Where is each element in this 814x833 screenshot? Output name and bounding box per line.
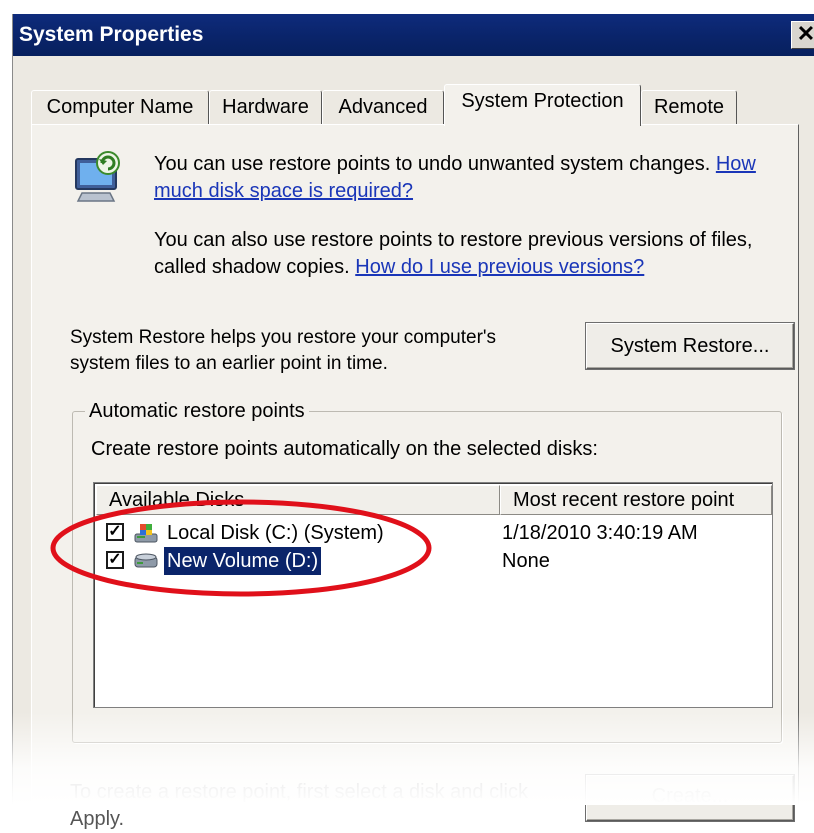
disk-checkbox-d[interactable]: ✓ (106, 551, 124, 569)
disk-name-d: New Volume (D:) (164, 547, 322, 575)
system-drive-icon (134, 524, 158, 543)
create-button[interactable]: Create... (586, 775, 794, 821)
disk-name-c: Local Disk (C:) (System) (167, 522, 384, 544)
disk-checkbox-c[interactable]: ✓ (106, 523, 124, 541)
intro-paragraph-2: You can also use restore points to resto… (154, 227, 794, 281)
system-restore-button[interactable]: System Restore... (586, 323, 794, 369)
system-protection-panel: You can use restore points to undo unwan… (31, 124, 799, 830)
previous-versions-help-link[interactable]: How do I use previous versions? (355, 256, 644, 278)
system-restore-icon (75, 151, 120, 202)
restore-point-d: None (502, 550, 550, 572)
automatic-restore-points-group: Automatic restore points Create restore … (72, 398, 782, 743)
column-header-restore-point[interactable]: Most recent restore point (500, 485, 772, 515)
intro-text-1: You can use restore points to undo unwan… (154, 153, 711, 175)
hard-drive-icon (134, 553, 158, 568)
window-title: System Properties (19, 23, 204, 46)
group-label: Automatic restore points (85, 398, 309, 424)
create-instruction-text: To create a restore point, first select … (70, 781, 528, 830)
system-properties-window: System Properties ✕ Computer Name Hardwa… (12, 14, 814, 830)
column-header-available-disks[interactable]: Available Disks (96, 485, 500, 515)
title-bar[interactable]: System Properties ✕ (13, 14, 814, 56)
intro-paragraph-1: You can use restore points to undo unwan… (154, 151, 794, 205)
tab-hardware[interactable]: Hardware (209, 90, 322, 124)
restore-point-c: 1/18/2010 3:40:19 AM (502, 522, 698, 544)
close-button[interactable]: ✕ (791, 21, 814, 49)
disk-row[interactable]: ✓ New Volume (D:) None (98, 547, 758, 575)
disk-row[interactable]: ✓ Local Disk (C:) (System) 1/18/2010 3:4… (98, 519, 758, 547)
disk-list[interactable]: Available Disks Most recent restore poin… (93, 482, 773, 708)
tab-advanced[interactable]: Advanced (322, 90, 444, 124)
tab-computer-name[interactable]: Computer Name (31, 90, 209, 124)
system-restore-description: System Restore helps you restore your co… (70, 327, 497, 374)
tab-remote[interactable]: Remote (641, 90, 737, 124)
tab-system-protection[interactable]: System Protection (444, 84, 641, 126)
instruction-text: Create restore points automatically on t… (91, 438, 598, 460)
